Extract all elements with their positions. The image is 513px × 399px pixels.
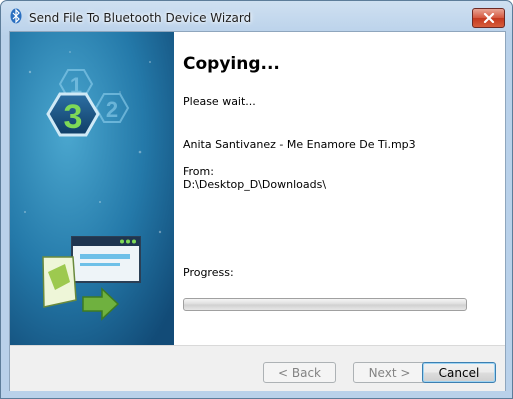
file-name: Anita Santivanez - Me Enamore De Ti.mp3 bbox=[183, 138, 416, 151]
status-text: Please wait... bbox=[183, 95, 256, 108]
progress-label: Progress: bbox=[183, 266, 234, 279]
progress-bar bbox=[183, 298, 467, 311]
from-path: D:\Desktop_D\Downloads\ bbox=[183, 178, 327, 191]
wizard-window: Send File To Bluetooth Device Wizard 1 2… bbox=[0, 0, 513, 399]
next-button[interactable]: Next > bbox=[353, 362, 426, 383]
bluetooth-icon bbox=[10, 8, 22, 24]
window-title: Send File To Bluetooth Device Wizard bbox=[29, 11, 252, 25]
from-label: From: bbox=[183, 165, 214, 178]
wizard-sidebar-graphic: 1 2 3 bbox=[10, 32, 174, 345]
step-2-number: 2 bbox=[106, 97, 118, 122]
page-heading: Copying... bbox=[183, 54, 280, 74]
wizard-content: Copying... Please wait... Anita Santivan… bbox=[174, 32, 505, 345]
close-icon bbox=[483, 13, 494, 23]
current-step-number: 3 bbox=[64, 98, 83, 136]
button-bar: < Back Next > Cancel bbox=[10, 345, 505, 391]
step-3-hex: 3 bbox=[46, 92, 100, 137]
title-bar[interactable]: Send File To Bluetooth Device Wizard bbox=[1, 1, 512, 31]
close-button[interactable] bbox=[472, 8, 505, 28]
wizard-client-area: 1 2 3 Copying... Please wait... Anita Sa… bbox=[9, 31, 506, 391]
cancel-button[interactable]: Cancel bbox=[422, 362, 496, 383]
back-button[interactable]: < Back bbox=[263, 362, 336, 383]
